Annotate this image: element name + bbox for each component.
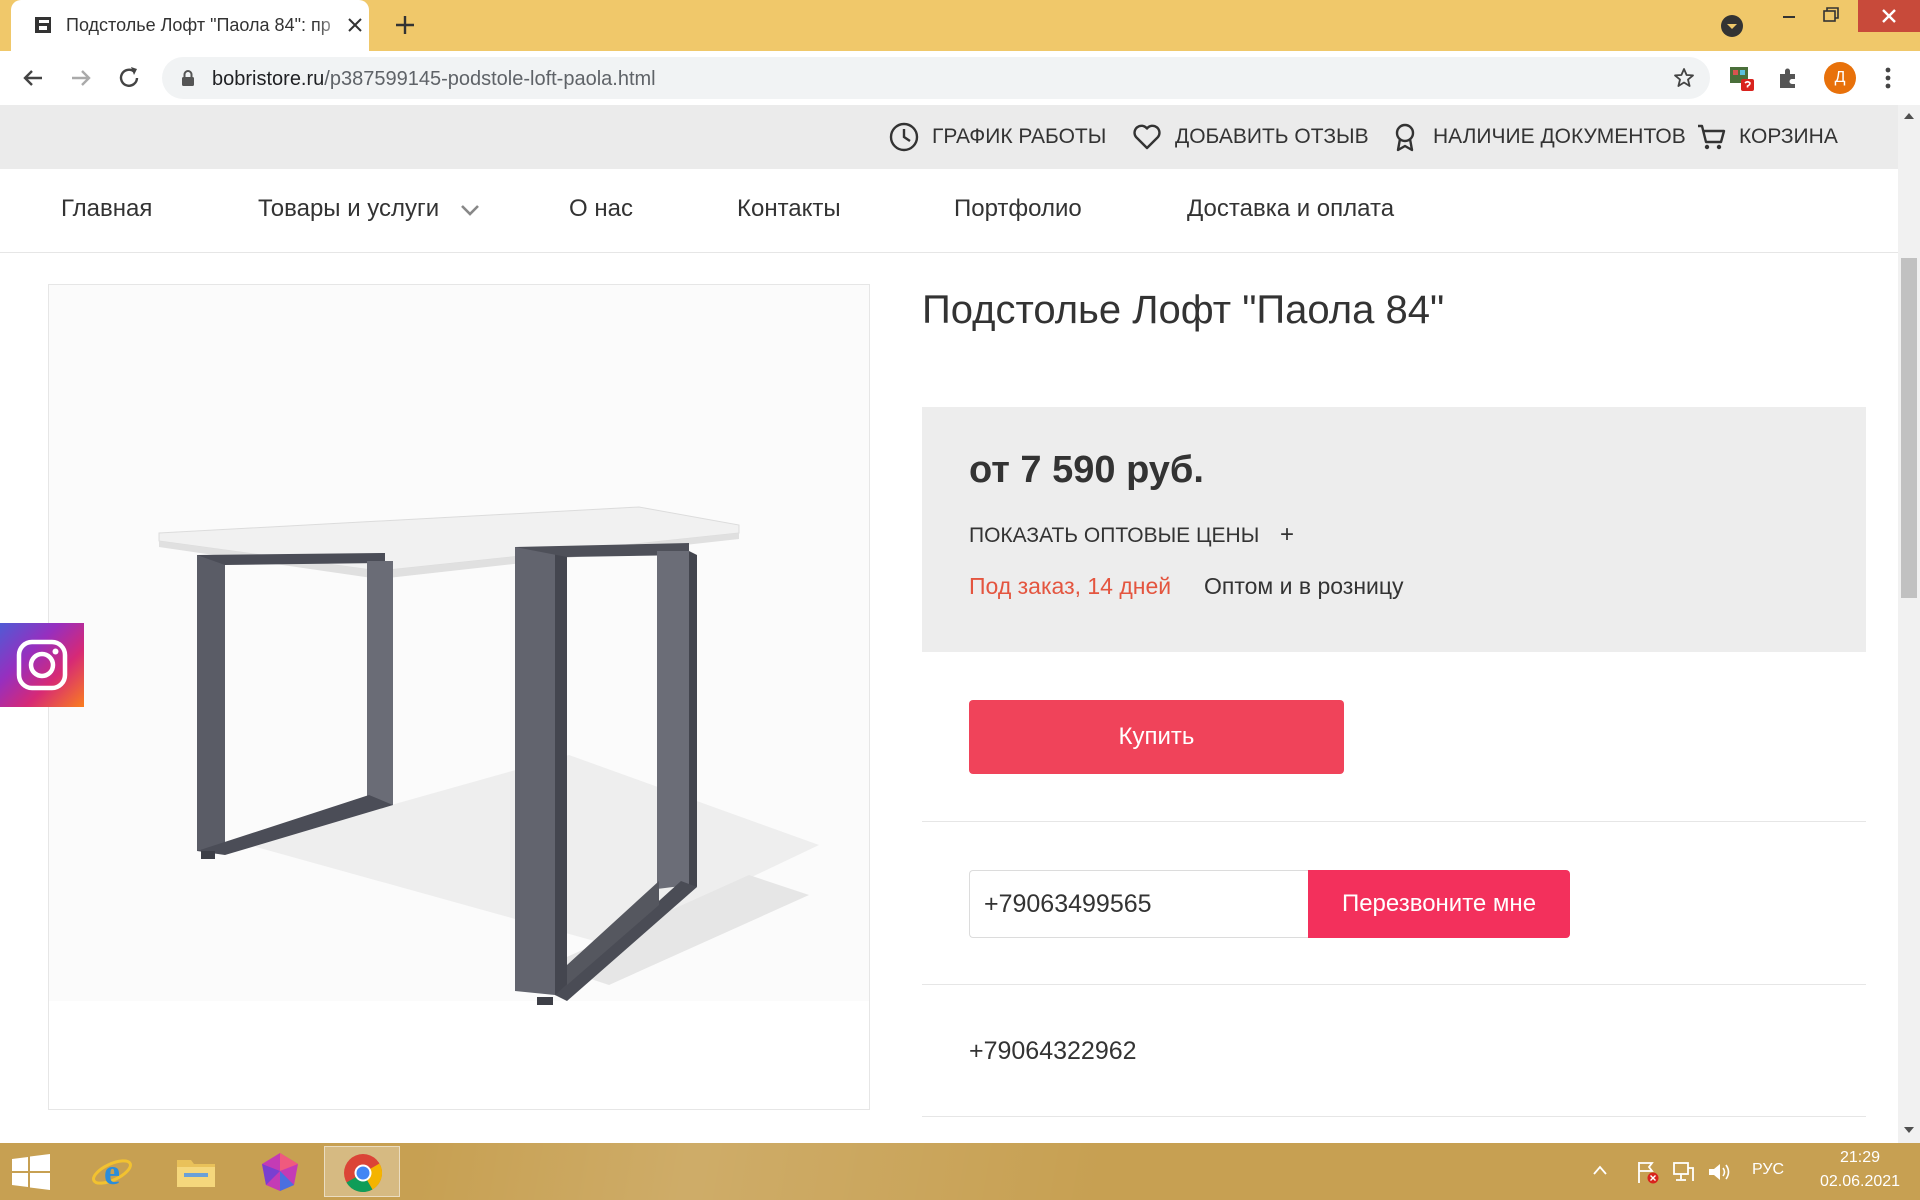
reload-icon[interactable] xyxy=(114,63,144,93)
divider xyxy=(922,821,1866,822)
chrome-icon xyxy=(344,1154,383,1193)
browser-tab[interactable]: Подстолье Лофт "Паола 84": пр xyxy=(11,0,369,51)
main-navigation: Главная Товары и услуги О нас Контакты П… xyxy=(0,169,1898,253)
show-wholesale-prices-link[interactable]: ПОКАЗАТЬ ОПТОВЫЕ ЦЕНЫ xyxy=(969,524,1259,548)
nav-item-portfolio[interactable]: Портфолио xyxy=(954,195,1082,223)
scroll-down-arrow-icon[interactable] xyxy=(1904,1127,1914,1135)
keyboard-language[interactable]: РУС xyxy=(1752,1161,1784,1179)
url-domain: bobristore.ru xyxy=(212,68,325,90)
page-viewport: ГРАФИК РАБОТЫ ДОБАВИТЬ ОТЗЫВ НАЛИЧИЕ ДОК… xyxy=(0,105,1898,1143)
volume-icon[interactable] xyxy=(1706,1159,1732,1185)
nav-item-contacts[interactable]: Контакты xyxy=(737,195,841,223)
show-hidden-icons-icon[interactable] xyxy=(1592,1163,1608,1177)
divider xyxy=(922,984,1866,985)
clock-icon xyxy=(889,122,919,152)
back-arrow-icon[interactable] xyxy=(18,63,48,93)
scroll-up-arrow-icon[interactable] xyxy=(1904,111,1914,119)
price-box: от 7 590 руб. ПОКАЗАТЬ ОПТОВЫЕ ЦЕНЫ + По… xyxy=(922,407,1866,652)
availability-status: Под заказ, 14 дней xyxy=(969,573,1172,599)
divider xyxy=(922,1116,1866,1117)
loft-table-picture xyxy=(158,506,819,1005)
taskbar-chrome[interactable] xyxy=(324,1146,400,1197)
instagram-button[interactable] xyxy=(0,623,84,707)
instagram-icon xyxy=(16,639,68,691)
wholesale-expand-icon[interactable]: + xyxy=(1280,521,1294,549)
sale-type-label: Оптом и в розницу xyxy=(1204,573,1404,599)
forward-arrow-icon[interactable] xyxy=(66,63,96,93)
browser-titlebar: Подстолье Лофт "Паола 84": пр xyxy=(0,0,1920,51)
product-image[interactable] xyxy=(48,284,870,1110)
close-window-icon[interactable] xyxy=(1858,0,1920,32)
new-tab-icon[interactable] xyxy=(390,10,420,40)
site-favicon-icon xyxy=(35,17,51,33)
documents-link[interactable]: НАЛИЧИЕ ДОКУМЕНТОВ xyxy=(1389,121,1686,153)
scrollbar-thumb[interactable] xyxy=(1901,258,1917,598)
network-icon[interactable] xyxy=(1670,1159,1696,1185)
close-tab-icon[interactable] xyxy=(341,11,369,39)
heart-icon xyxy=(1133,124,1161,150)
restore-window-icon[interactable] xyxy=(1800,0,1860,34)
tab-search-icon[interactable] xyxy=(1718,12,1746,40)
extensions-puzzle-icon[interactable] xyxy=(1776,65,1802,91)
action-center-flag-icon[interactable] xyxy=(1634,1159,1660,1185)
lock-icon[interactable] xyxy=(180,69,196,87)
callback-phone-input[interactable] xyxy=(969,870,1309,938)
bookmark-star-icon[interactable] xyxy=(1672,66,1696,90)
windows-taskbar: e РУС 21:29 02.06.2021 xyxy=(0,1143,1920,1200)
taskbar-internet-explorer[interactable]: e xyxy=(74,1146,150,1197)
taskbar-app-gem[interactable] xyxy=(242,1146,318,1197)
url-path: /p387599145-podstole-loft-paola.html xyxy=(324,68,656,90)
internet-explorer-icon: e xyxy=(92,1152,132,1192)
cart-label: КОРЗИНА xyxy=(1739,125,1838,148)
site-topbar: ГРАФИК РАБОТЫ ДОБАВИТЬ ОТЗЫВ НАЛИЧИЕ ДОК… xyxy=(0,105,1898,169)
taskbar-file-explorer[interactable] xyxy=(158,1146,234,1197)
documents-label: НАЛИЧИЕ ДОКУМЕНТОВ xyxy=(1433,125,1686,148)
extension-badge-icon[interactable] xyxy=(1728,64,1756,92)
product-price: от 7 590 руб. xyxy=(969,449,1204,491)
gem-app-icon xyxy=(262,1153,298,1191)
profile-avatar[interactable]: Д xyxy=(1824,62,1856,94)
contact-phone[interactable]: +79064322962 xyxy=(969,1037,1137,1066)
work-schedule-link[interactable]: ГРАФИК РАБОТЫ xyxy=(888,121,1106,153)
nav-item-home[interactable]: Главная xyxy=(61,195,152,223)
url-text: bobristore.ru/p387599145-podstole-loft-p… xyxy=(212,68,656,91)
browser-toolbar: bobristore.ru/p387599145-podstole-loft-p… xyxy=(0,51,1920,105)
add-review-link[interactable]: ДОБАВИТЬ ОТЗЫВ xyxy=(1131,121,1369,153)
cart-icon xyxy=(1698,124,1726,150)
work-schedule-label: ГРАФИК РАБОТЫ xyxy=(932,125,1107,148)
cart-link[interactable]: КОРЗИНА xyxy=(1695,121,1838,153)
callback-button[interactable]: Перезвоните мне xyxy=(1308,870,1570,938)
award-ribbon-icon xyxy=(1395,123,1415,152)
clock-date[interactable]: 02.06.2021 xyxy=(1800,1173,1920,1191)
product-title: Подстолье Лофт "Паола 84" xyxy=(922,288,1445,332)
buy-button[interactable]: Купить xyxy=(969,700,1344,774)
add-review-label: ДОБАВИТЬ ОТЗЫВ xyxy=(1175,125,1369,148)
page-scrollbar[interactable] xyxy=(1898,105,1920,1143)
browser-menu-icon[interactable] xyxy=(1876,64,1900,92)
folder-icon xyxy=(177,1160,215,1187)
windows-start-icon[interactable] xyxy=(8,1151,54,1193)
nav-item-delivery[interactable]: Доставка и оплата xyxy=(1187,195,1394,223)
clock-time[interactable]: 21:29 xyxy=(1810,1149,1910,1167)
address-bar[interactable]: bobristore.ru/p387599145-podstole-loft-p… xyxy=(162,57,1710,99)
taskbar-sheen xyxy=(420,1143,1100,1200)
tab-title: Подстолье Лофт "Паола 84": пр xyxy=(66,15,346,36)
svg-text:e: e xyxy=(104,1152,120,1192)
nav-item-about[interactable]: О нас xyxy=(569,195,633,223)
chevron-down-icon[interactable] xyxy=(460,203,480,217)
nav-item-goods[interactable]: Товары и услуги xyxy=(258,195,439,223)
